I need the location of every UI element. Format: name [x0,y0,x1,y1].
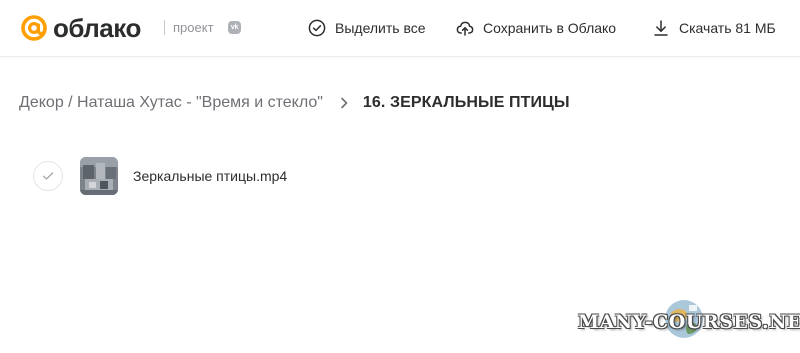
file-name[interactable]: Зеркальные птицы.mp4 [133,168,287,184]
vk-badge-icon: vk [228,21,241,34]
download-button[interactable]: Скачать 81 МБ [652,17,776,39]
watermark-text: MANY-COURSES.NET [578,311,800,333]
save-to-cloud-button[interactable]: Сохранить в Облако [456,17,616,39]
video-thumbnail-image [80,157,118,195]
video-thumbnail[interactable] [80,157,118,195]
save-to-cloud-label: Сохранить в Облако [483,20,617,36]
at-sign-logo-icon [21,15,47,41]
select-all-label: Выделить все [335,20,426,36]
logo-divider [164,20,165,35]
breadcrumb: Декор / Наташа Хутас - "Время и стекло" … [19,92,570,114]
watermark: MANY-COURSES.NET [578,297,800,347]
cloud-logo[interactable]: облако [19,12,141,44]
cloud-upload-icon [456,21,474,36]
logo-wordmark: облако [53,13,141,43]
breadcrumb-parent-link[interactable]: Декор / Наташа Хутас - "Время и стекло" [19,94,323,112]
chevron-right-icon [341,97,348,109]
checkmark-icon [42,172,54,180]
download-icon [654,20,668,36]
top-header: облако проект vk Выделить все Сохранить … [0,0,800,57]
file-select-checkbox[interactable] [33,161,63,191]
project-label: проект [173,20,214,35]
check-circle-icon [308,19,326,37]
download-label: Скачать 81 МБ [679,20,776,36]
file-list-item[interactable]: Зеркальные птицы.mp4 [33,156,413,196]
breadcrumb-current-folder: 16. ЗЕРКАЛЬНЫЕ ПТИЦЫ [362,94,570,111]
select-all-button[interactable]: Выделить все [308,17,426,39]
